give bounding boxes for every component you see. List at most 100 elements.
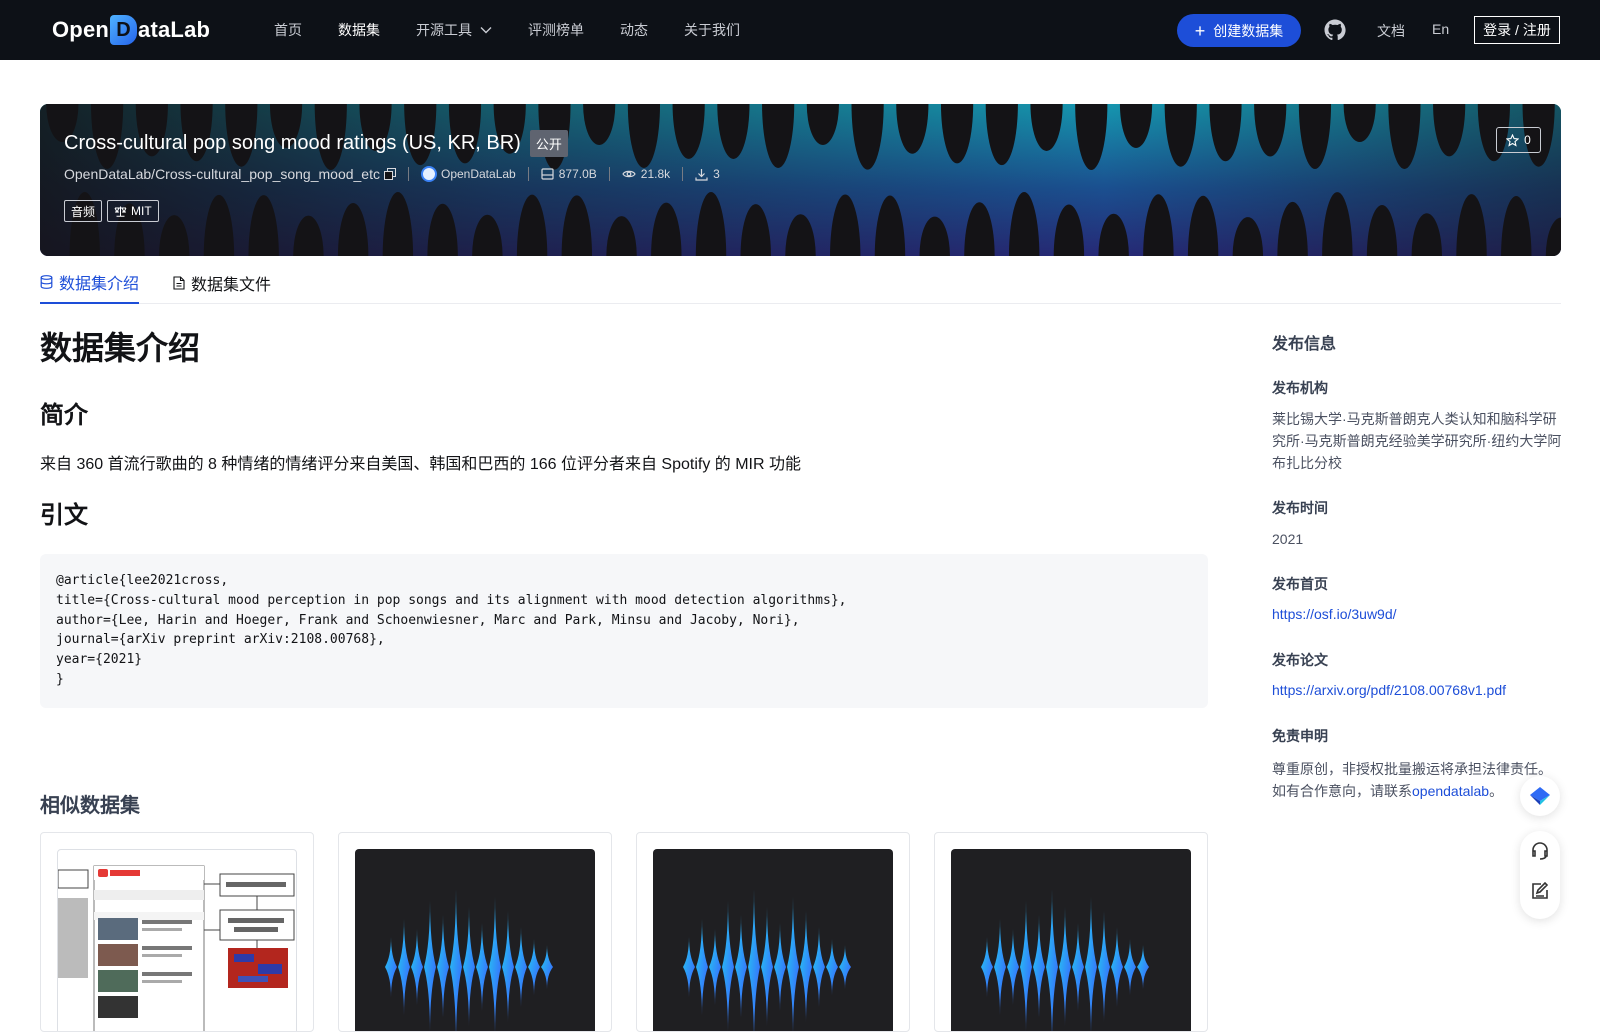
waveform-spike (826, 939, 838, 995)
waveform-spike (981, 937, 993, 997)
homepage-link[interactable]: https://osf.io/3uw9d/ (1272, 606, 1562, 622)
waveform-spike (722, 901, 734, 1031)
waveform-spike (1020, 901, 1032, 1031)
scale-icon (114, 206, 127, 217)
waveform-spike (1124, 939, 1136, 995)
chevron-down-icon (480, 27, 492, 34)
waveform-thumbnail (683, 889, 851, 1031)
nav-link-datasets[interactable]: 数据集 (338, 20, 380, 40)
star-count: 0 (1524, 133, 1531, 147)
plus-icon: + (1194, 20, 1206, 41)
waveform-spike (437, 915, 449, 1019)
waveform-spike (1111, 927, 1123, 1007)
login-register-button[interactable]: 登录 / 注册 (1474, 16, 1560, 44)
waveform-spike (450, 889, 462, 1031)
star-button[interactable]: 0 (1496, 127, 1541, 153)
feishu-bird-icon (1530, 787, 1550, 805)
waveform-spike (502, 911, 514, 1023)
dataset-views: 21.8k (622, 167, 670, 181)
similar-datasets-list (40, 832, 1232, 1032)
top-nav: Open DataLab 首页 数据集 开源工具 评测榜单 动态 关于我们 + 创… (0, 0, 1600, 60)
intro-heading: 简介 (40, 402, 88, 429)
opendatalab-logo[interactable]: Open DataLab (52, 14, 210, 46)
similar-dataset-card[interactable] (934, 832, 1208, 1032)
feedback-button[interactable] (1520, 871, 1560, 911)
waveform-spike (748, 889, 760, 1031)
dataset-tags: 音频 MIT (64, 200, 164, 222)
visibility-badge: 公开 (529, 130, 568, 157)
dataset-size: 877.0B (541, 167, 597, 181)
nav-link-leaderboard[interactable]: 评测榜单 (528, 20, 584, 40)
citation-heading: 引文 (40, 502, 88, 529)
dataset-title-row: Cross-cultural pop song mood ratings (US… (64, 130, 568, 157)
nav-link-tools-label: 开源工具 (416, 22, 472, 38)
publish-info-sidebar: 发布信息 发布机构 莱比锡大学·马克斯普朗克人类认知和脑科学研究所·马克斯普朗克… (1272, 330, 1562, 802)
dataset-repo-name: OpenDataLab/Cross-cultural_pop_song_mood… (64, 166, 380, 182)
nav-link-home[interactable]: 首页 (274, 20, 302, 40)
tab-dataset-intro-label: 数据集介绍 (59, 276, 140, 293)
customer-service-button[interactable] (1520, 831, 1560, 871)
logo-text-left: Open (52, 17, 110, 42)
tag-audio[interactable]: 音频 (64, 200, 103, 222)
card-thumbnail-diagram (57, 849, 297, 1031)
language-switch[interactable]: En (1432, 21, 1449, 37)
org-avatar-icon (420, 166, 437, 182)
nav-link-tools[interactable]: 开源工具 (416, 20, 492, 40)
headset-icon (1532, 842, 1548, 860)
dataset-readme: 数据集介绍 简介 来自 360 首流行歌曲的 8 种情绪的情绪评分来自美国、韩国… (40, 330, 1208, 708)
paper-label: 发布论文 (1272, 652, 1328, 668)
waveform-spike (476, 923, 488, 1011)
logo-mark: D (110, 15, 138, 45)
similar-dataset-card[interactable] (636, 832, 910, 1032)
tag-license[interactable]: MIT (107, 200, 159, 222)
disclaimer-end: 。 (1489, 783, 1504, 799)
disclaimer-line-2: 如有合作意向，请联系 (1272, 783, 1412, 799)
waveform-spike (1072, 923, 1084, 1011)
dataset-downloads-value: 3 (713, 167, 720, 181)
disclaimer-line-1: 尊重原创，非授权批量搬运将承担法律责任。 (1272, 761, 1552, 777)
waveform-spike (1007, 929, 1019, 1005)
waveform-spike (541, 945, 553, 989)
storage-icon (541, 168, 554, 180)
paper-link[interactable]: https://arxiv.org/pdf/2108.00768v1.pdf (1272, 682, 1562, 698)
similar-dataset-card[interactable] (338, 832, 612, 1032)
citation-code-block[interactable]: @article{lee2021cross, title={Cross-cult… (40, 554, 1208, 708)
card-thumbnail-waveform (653, 849, 893, 1031)
dataset-org-name: OpenDataLab (440, 167, 516, 181)
publish-time-label: 发布时间 (1272, 500, 1328, 516)
tab-dataset-intro[interactable]: 数据集介绍 (40, 262, 140, 304)
dataset-org[interactable]: OpenDataLab (420, 166, 516, 182)
waveform-spike (696, 919, 708, 1015)
waveform-spike (800, 911, 812, 1023)
tab-dataset-files[interactable]: 数据集文件 (173, 262, 271, 304)
nav-link-news[interactable]: 动态 (620, 20, 648, 40)
github-icon[interactable] (1323, 18, 1347, 42)
create-dataset-label: 创建数据集 (1213, 22, 1284, 39)
eye-icon (622, 170, 636, 178)
meta-separator (608, 167, 610, 181)
dataset-downloads: 3 (695, 167, 720, 181)
waveform-thumbnail (385, 889, 553, 1031)
create-dataset-button[interactable]: + 创建数据集 (1177, 14, 1301, 47)
tag-license-label: MIT (131, 204, 152, 218)
meta-separator (527, 167, 529, 181)
waveform-spike (515, 927, 527, 1007)
waveform-spike (1033, 915, 1045, 1019)
homepage-label: 发布首页 (1272, 576, 1328, 592)
waveform-spike (489, 897, 501, 1031)
nav-link-about[interactable]: 关于我们 (684, 20, 740, 40)
file-icon (173, 276, 185, 290)
waveform-spike (683, 937, 695, 997)
edit-note-icon (1532, 881, 1549, 899)
similar-datasets-heading: 相似数据集 (40, 795, 140, 817)
waveform-spike (735, 915, 747, 1019)
publish-time-value: 2021 (1272, 531, 1304, 547)
dataset-title: Cross-cultural pop song mood ratings (US… (64, 132, 521, 154)
nav-docs-link[interactable]: 文档 (1377, 21, 1405, 41)
feishu-button[interactable] (1520, 776, 1560, 816)
copy-icon[interactable] (383, 168, 396, 180)
logo-text-right: ataLab (138, 17, 211, 42)
publisher-label: 发布机构 (1272, 380, 1328, 396)
similar-dataset-card[interactable] (40, 832, 314, 1032)
contact-link[interactable]: opendatalab (1412, 783, 1489, 799)
